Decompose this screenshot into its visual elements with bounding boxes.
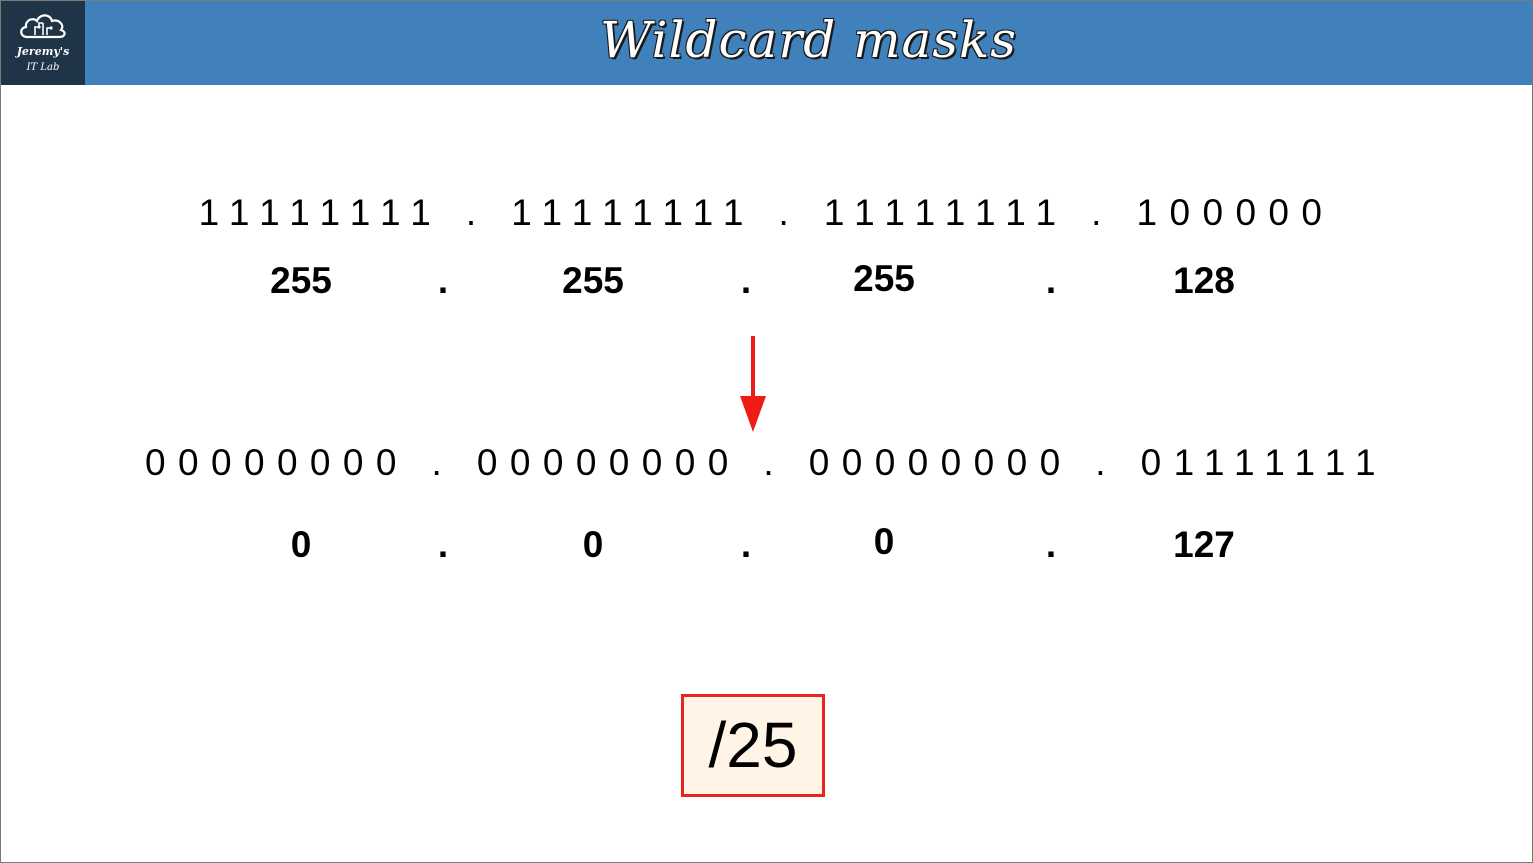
slide: Jeremy's IT Lab Wildcard masks 11111111 … xyxy=(0,0,1533,863)
subnet-octet-3: 255 xyxy=(853,258,915,299)
header-bar: Jeremy's IT Lab Wildcard masks xyxy=(1,1,1532,85)
subnet-octet-2: 255 xyxy=(562,260,624,301)
wildcard-octet-2: 0 xyxy=(582,524,604,565)
cloud-circuit-icon xyxy=(20,14,66,39)
wildcard-mask-binary: 00000000 . 00000000 . 00000000 . 0111111… xyxy=(145,442,1388,483)
wildcard-octet-4: 127 xyxy=(1173,524,1235,565)
subnet-octet-1: 255 xyxy=(270,260,332,301)
logo-text-lab: IT Lab xyxy=(26,62,60,73)
wildcard-octet-3: 0 xyxy=(873,521,895,562)
logo: Jeremy's IT Lab xyxy=(1,1,85,85)
subnet-mask-binary: 11111111 . 11111111 . 11111111 . 100000 xyxy=(198,192,1335,233)
subnet-dot-2: . xyxy=(740,260,752,301)
prefix-length-box: /25 xyxy=(681,694,825,797)
logo-text-name: Jeremy's xyxy=(16,45,70,58)
wildcard-octet-1: 0 xyxy=(290,524,312,565)
wildcard-dot-2: . xyxy=(740,524,752,565)
subnet-octet-4: 128 xyxy=(1173,260,1235,301)
subnet-dot-1: . xyxy=(437,260,449,301)
wildcard-dot-1: . xyxy=(437,524,449,565)
down-arrow-icon xyxy=(740,336,766,432)
subnet-dot-3: . xyxy=(1045,260,1057,301)
wildcard-dot-3: . xyxy=(1045,524,1057,565)
page-title: Wildcard masks xyxy=(600,11,1017,69)
